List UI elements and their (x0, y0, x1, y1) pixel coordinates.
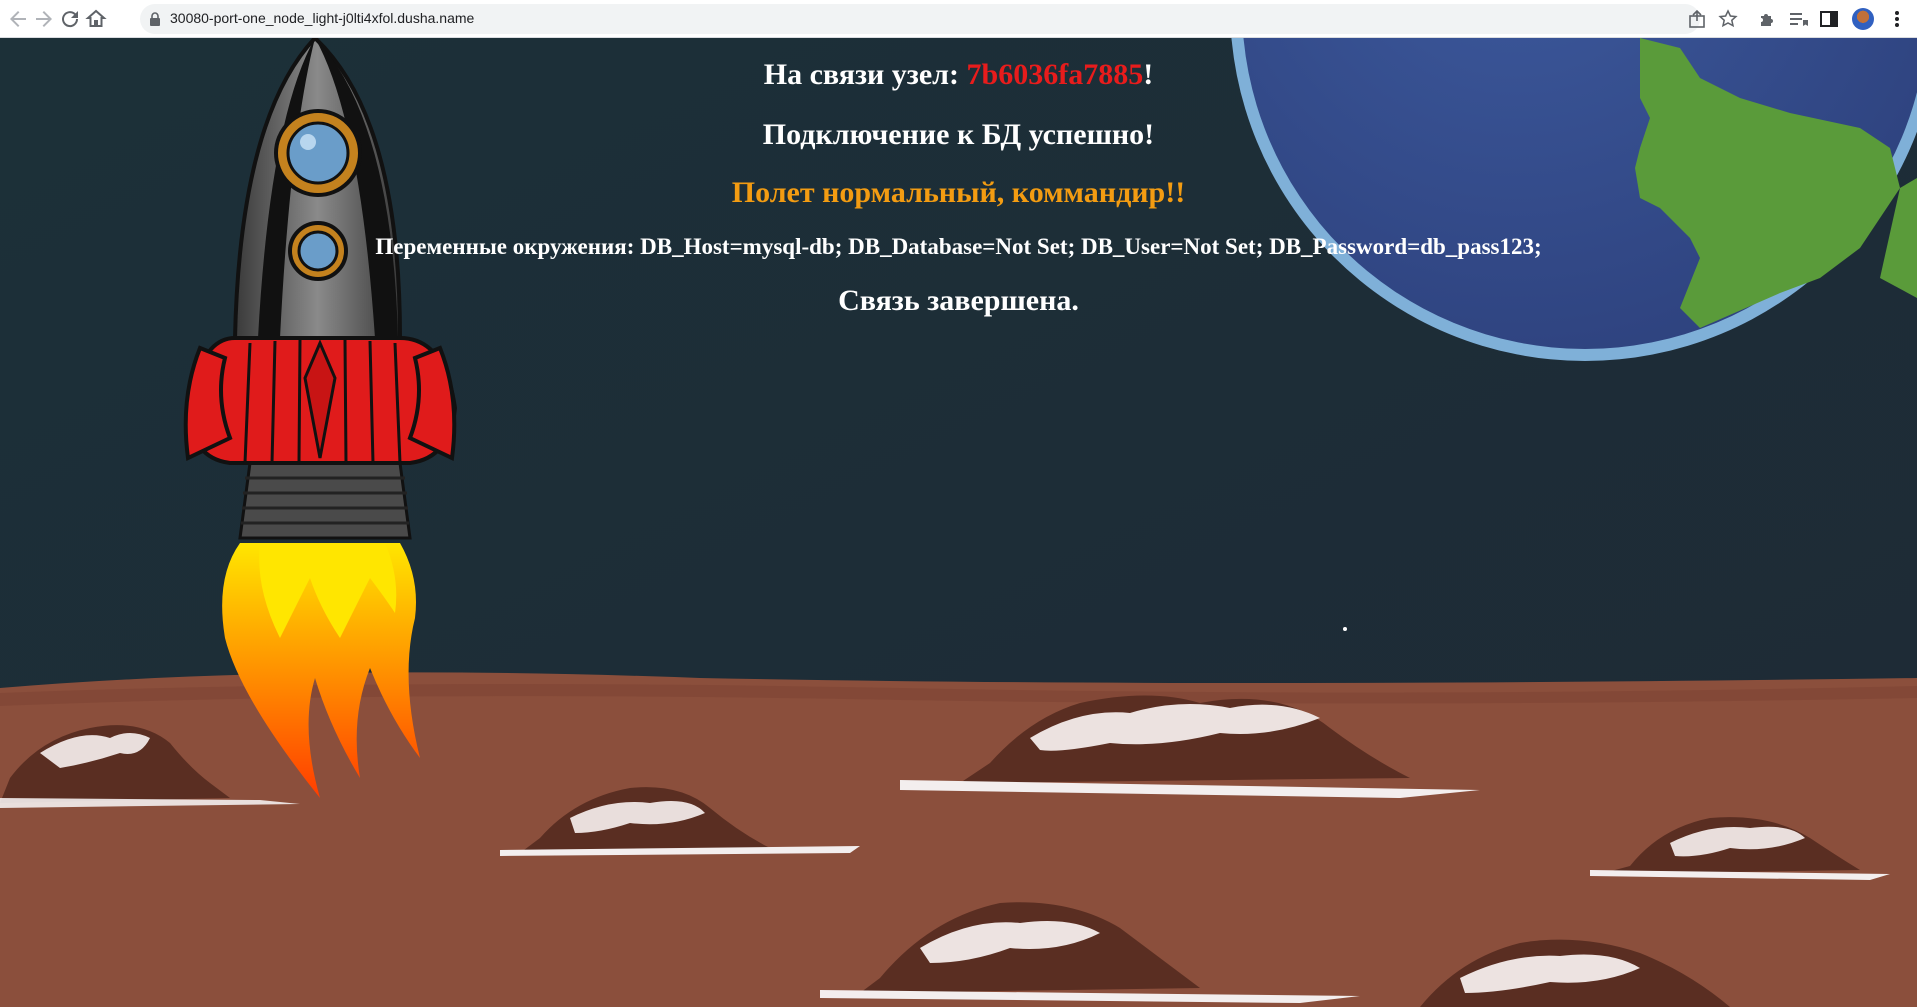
side-panel-icon[interactable] (1818, 8, 1840, 30)
reading-list-icon[interactable] (1787, 8, 1809, 30)
node-suffix: ! (1143, 58, 1154, 91)
bookmark-star-icon[interactable] (1717, 8, 1739, 30)
reload-icon[interactable] (58, 7, 82, 31)
share-icon[interactable] (1686, 8, 1708, 30)
node-line: На связи узел: 7b6036fa7885! (0, 58, 1917, 92)
browser-toolbar: 30080-port-one_node_light-j0lti4xfol.dus… (0, 0, 1917, 38)
flight-status: Полет нормальный, коммандир!! (731, 176, 1186, 209)
db-status: Подключение к БД успешно! (762, 118, 1155, 151)
menu-kebab-icon[interactable] (1886, 8, 1908, 30)
profile-avatar[interactable] (1852, 8, 1874, 30)
env-vars-line: Переменные окружения: DB_Host=mysql-db; … (375, 234, 1542, 259)
session-ended: Связь завершена. (838, 284, 1079, 317)
node-id: 7b6036fa7885 (966, 58, 1144, 91)
node-label: На связи узел: (763, 58, 967, 91)
lock-icon[interactable] (148, 12, 162, 26)
url-text[interactable]: 30080-port-one_node_light-j0lti4xfol.dus… (170, 8, 474, 28)
forward-arrow-icon[interactable] (32, 7, 56, 31)
extensions-icon[interactable] (1756, 8, 1778, 30)
home-icon[interactable] (84, 7, 108, 31)
back-arrow-icon[interactable] (6, 7, 30, 31)
